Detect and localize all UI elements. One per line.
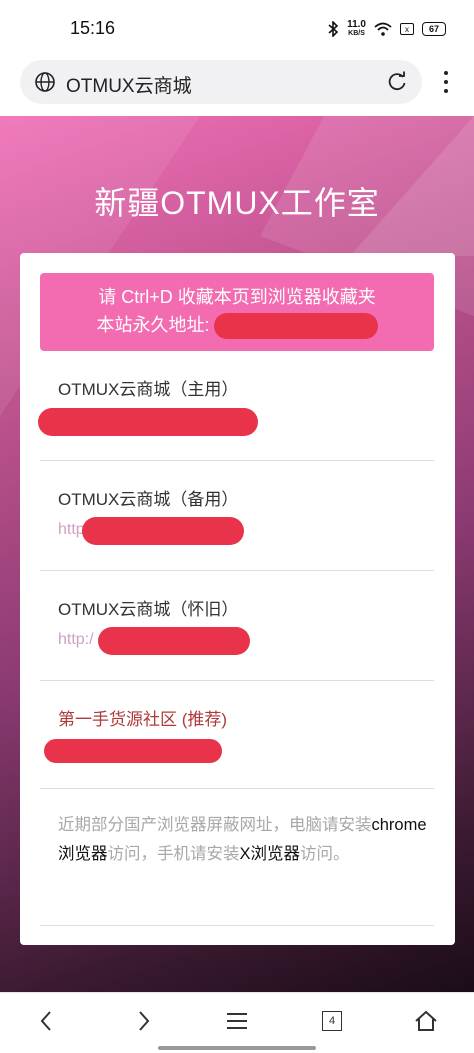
bottom-nav: 4	[0, 992, 474, 1053]
address-title: OTMUX云商城	[66, 76, 192, 97]
home-button[interactable]	[412, 1007, 440, 1035]
bookmark-tip: 请 Ctrl+D 收藏本页到浏览器收藏夹 本站永久地址:	[40, 273, 434, 351]
battery-level: 67	[428, 24, 439, 34]
home-icon	[415, 1010, 437, 1031]
redacted-url	[44, 739, 222, 763]
notice-x-browser: X浏览器	[239, 845, 301, 863]
redacted-url	[38, 408, 258, 436]
status-time: 15:16	[70, 18, 116, 38]
link-label-recommend[interactable]: 第一手货源社区 (推荐)	[58, 705, 227, 730]
sim-icon: x	[400, 23, 414, 35]
network-speed-value: 11.0	[347, 19, 366, 30]
network-speed-unit: KB/S	[348, 30, 365, 37]
page-title: 新疆OTMUX工作室	[94, 185, 380, 221]
divider	[40, 925, 434, 926]
permanent-address-label: 本站永久地址:	[96, 315, 210, 335]
link-label-main[interactable]: OTMUX云商城（主用）	[58, 375, 238, 400]
chevron-right-icon	[139, 1011, 150, 1031]
status-bar: 15:16 11.0 KB/S x 67	[0, 0, 474, 56]
globe-icon	[35, 72, 55, 92]
notice-text-3: 访问。	[300, 845, 350, 863]
link-label-retro[interactable]: OTMUX云商城（怀旧）	[58, 595, 238, 620]
network-speed: 11.0 KB/S	[347, 20, 366, 38]
tab-count: 4	[322, 1011, 342, 1031]
bookmark-tip-line1: 请 Ctrl+D 收藏本页到浏览器收藏夹	[98, 287, 376, 307]
home-indicator[interactable]	[158, 1046, 316, 1050]
reload-icon[interactable]	[386, 71, 408, 93]
redacted-url	[98, 627, 250, 655]
redacted-url	[82, 517, 244, 545]
forward-button[interactable]	[130, 1007, 158, 1035]
list-item-retro[interactable]: OTMUX云商城（怀旧） http:/	[40, 571, 434, 681]
chevron-left-icon	[40, 1011, 51, 1031]
bluetooth-icon	[328, 21, 339, 37]
link-url-backup[interactable]: http	[58, 521, 85, 539]
back-button[interactable]	[32, 1007, 60, 1035]
bookmark-tip-line2: 本站永久地址:	[40, 311, 434, 340]
link-url-retro[interactable]: http:/	[58, 631, 94, 649]
menu-button[interactable]	[223, 1007, 251, 1035]
notice-text-2: 访问，手机请安装	[107, 845, 240, 863]
notice-text-1: 近期部分国产浏览器屏蔽网址，电脑请安装	[58, 816, 372, 834]
status-icons: 11.0 KB/S x 67	[327, 20, 446, 38]
links-card: 请 Ctrl+D 收藏本页到浏览器收藏夹 本站永久地址: OTMUX云商城（主用…	[20, 253, 455, 945]
more-menu-icon[interactable]	[438, 68, 454, 96]
wifi-icon	[374, 22, 392, 36]
list-item-main[interactable]: OTMUX云商城（主用）	[38, 353, 434, 461]
redacted-address	[213, 313, 378, 340]
tabs-button[interactable]: 4	[318, 1007, 346, 1035]
list-item-recommend[interactable]: 第一手货源社区 (推荐)	[40, 681, 434, 789]
list-item-backup[interactable]: OTMUX云商城（备用） http	[40, 461, 434, 571]
link-label-backup[interactable]: OTMUX云商城（备用）	[58, 485, 238, 510]
browser-notice: 近期部分国产浏览器屏蔽网址，电脑请安装chrome浏览器访问，手机请安装X浏览器…	[58, 811, 428, 869]
address-bar[interactable]: OTMUX云商城	[20, 60, 422, 104]
hamburger-icon	[227, 1013, 247, 1029]
battery-icon: 67	[422, 22, 446, 36]
